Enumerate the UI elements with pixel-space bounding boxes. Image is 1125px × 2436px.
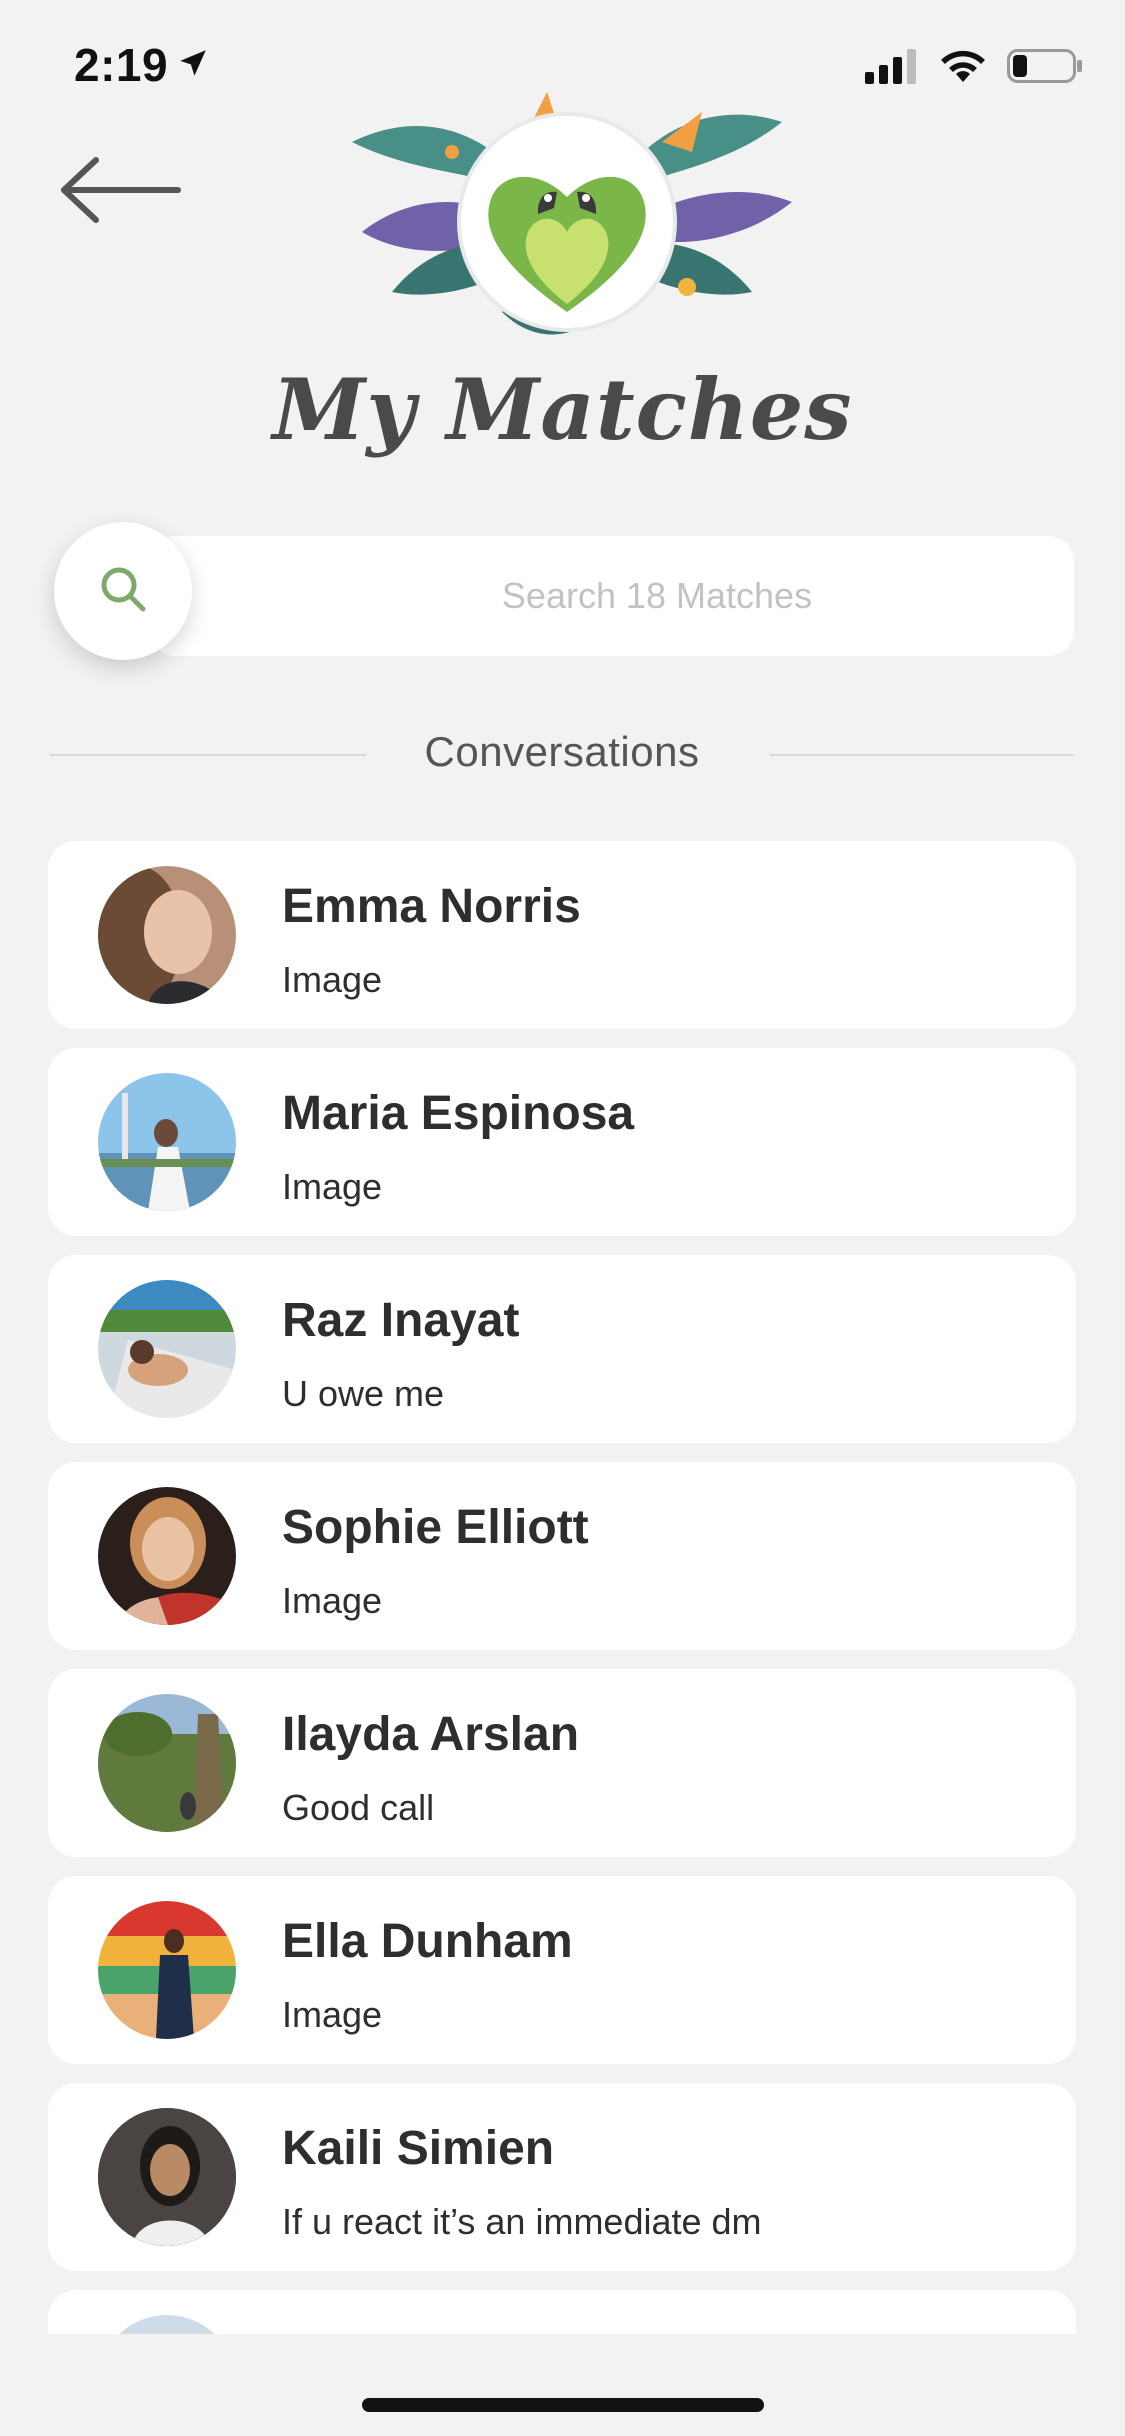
wifi-icon xyxy=(939,48,987,89)
conversation-item[interactable] xyxy=(48,2290,1076,2334)
page-title: My Matches xyxy=(272,360,853,459)
arrow-left-icon xyxy=(56,157,186,234)
conversation-item[interactable]: Ilayda Arslan Good call xyxy=(48,1669,1076,1857)
divider-line-right xyxy=(770,754,1074,756)
cellular-signal-icon xyxy=(865,48,919,89)
conversation-preview: U owe me xyxy=(282,1373,445,1414)
conversation-preview: Image xyxy=(282,1994,383,2035)
back-button[interactable] xyxy=(56,150,186,230)
search-button[interactable] xyxy=(54,522,192,660)
conversation-item[interactable]: Raz Inayat U owe me xyxy=(48,1255,1076,1443)
conversations-divider: Conversations xyxy=(50,722,1074,786)
conversation-name: Maria Espinosa xyxy=(282,1087,635,1140)
avatar xyxy=(98,2315,236,2334)
conversation-preview: Image xyxy=(282,1580,383,1621)
avatar xyxy=(98,1487,236,1625)
search-bar[interactable] xyxy=(150,536,1074,656)
conversation-list[interactable]: Emma Norris Image Maria Espinosa Image R… xyxy=(48,841,1076,2334)
avatar xyxy=(98,1901,236,2039)
battery-low-icon xyxy=(1007,48,1083,89)
conversation-preview: If u react it’s an immediate dm xyxy=(282,2201,762,2242)
conversation-name: Ilayda Arslan xyxy=(282,1708,580,1761)
avatar xyxy=(98,1073,236,1211)
conversation-name: Kaili Simien xyxy=(282,2122,555,2175)
conversation-name: Sophie Elliott xyxy=(282,1501,589,1554)
parrot-heart-logo xyxy=(332,82,802,372)
location-arrow-icon xyxy=(176,46,210,85)
avatar xyxy=(98,2108,236,2246)
conversation-item[interactable]: Ella Dunham Image xyxy=(48,1876,1076,2064)
conversation-name: Ella Dunham xyxy=(282,1915,573,1968)
status-time-group: 2:19 xyxy=(74,38,210,92)
avatar xyxy=(98,866,236,1004)
avatar xyxy=(98,1280,236,1418)
my-matches-screen: 2:19 My Matches Search 18 Matches Conver… xyxy=(0,0,1125,2436)
avatar xyxy=(98,1694,236,1832)
conversation-preview: Good call xyxy=(282,1787,435,1828)
conversation-name: Raz Inayat xyxy=(282,1294,520,1347)
conversation-preview: Image xyxy=(282,959,383,1000)
conversation-preview: Image xyxy=(282,1166,383,1207)
conversation-item[interactable]: Kaili Simien If u react it’s an immediat… xyxy=(48,2083,1076,2271)
conversation-item[interactable]: Emma Norris Image xyxy=(48,841,1076,1029)
conversation-item[interactable]: Maria Espinosa Image xyxy=(48,1048,1076,1236)
status-icons xyxy=(865,48,1083,89)
home-indicator[interactable] xyxy=(362,2398,764,2412)
section-title: Conversations xyxy=(424,728,700,775)
status-time: 2:19 xyxy=(74,39,169,91)
search-input[interactable] xyxy=(150,536,1074,656)
conversation-item[interactable]: Sophie Elliott Image xyxy=(48,1462,1076,1650)
search-icon xyxy=(95,561,151,622)
conversation-name: Emma Norris xyxy=(282,880,581,933)
